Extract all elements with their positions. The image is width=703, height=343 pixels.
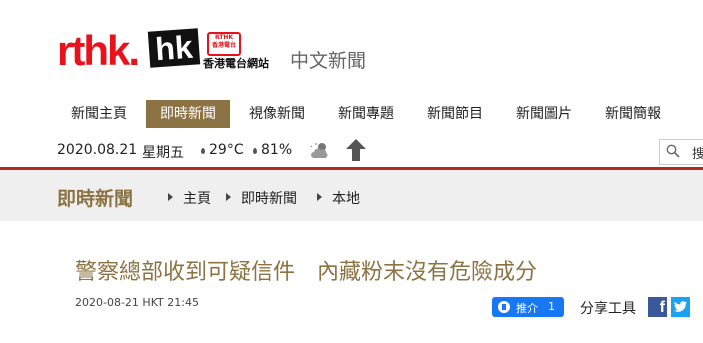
nav-item-news-features[interactable]: 新聞專題 (324, 100, 408, 128)
weekday-text: 星期五 (142, 145, 184, 161)
search-icon[interactable] (666, 144, 680, 158)
site-section-title[interactable]: 中文新聞 (290, 46, 366, 73)
logo-subtitle: 香港電台網站 (203, 57, 269, 70)
rthk-badge: RTHK 香港電台 (207, 32, 241, 56)
section-banner: 即時新聞 主頁 即時新聞 本地 (0, 170, 703, 221)
hk-logo-mark[interactable]: hk (147, 28, 201, 68)
date-text: 2020.08.21 (57, 142, 138, 158)
nav-item-video-news[interactable]: 視像新聞 (235, 100, 319, 128)
share-tools-label: 分享工具 (580, 301, 636, 317)
article-headline: 警察總部收到可疑信件 內藏粉末沒有危險成分 (75, 260, 538, 285)
like-count: 1 (548, 300, 555, 313)
thumbs-up-icon (498, 301, 510, 313)
breadcrumb-local[interactable]: 本地 (332, 188, 360, 208)
breadcrumb-home[interactable]: 主頁 (183, 188, 211, 208)
nav-item-instant-news[interactable]: 即時新聞 (146, 100, 230, 128)
badge-top-text: RTHK (214, 34, 234, 41)
info-bar: 2020.08.21 星期五 29°C 81% 搜 (57, 136, 703, 166)
article-timestamp: 2020-08-21 HKT 21:45 (75, 296, 199, 309)
search-input[interactable]: 搜 (692, 143, 703, 162)
nav-item-news-home[interactable]: 新聞主頁 (57, 100, 141, 128)
like-label: 推介 (516, 302, 538, 315)
humidity-text: 81% (261, 142, 293, 158)
rthk-logo[interactable]: rthk. (57, 30, 140, 72)
nav-item-news-programmes[interactable]: 新聞節目 (413, 100, 497, 128)
breadcrumb-separator-icon (226, 193, 231, 201)
section-title: 即時新聞 (57, 188, 134, 210)
site-header: rthk. hk RTHK 香港電台 香港電台網站 中文新聞 (0, 0, 703, 96)
facebook-like-button[interactable]: 推介 1 (492, 297, 564, 317)
facebook-share-icon[interactable]: f (648, 297, 667, 317)
temperature-icon (201, 148, 205, 154)
main-nav: 新聞主頁 即時新聞 視像新聞 新聞專題 新聞節目 新聞圖片 新聞簡報 (57, 100, 680, 128)
nav-item-news-photos[interactable]: 新聞圖片 (502, 100, 586, 128)
breadcrumb-separator-icon (168, 193, 173, 201)
cloudy-moon-icon[interactable] (308, 141, 330, 161)
badge-bottom-text: 香港電台 (211, 42, 236, 49)
breadcrumb-separator-icon (317, 193, 322, 201)
nav-item-news-briefs[interactable]: 新聞簡報 (591, 100, 675, 128)
upward-arrow-icon[interactable] (345, 138, 367, 162)
search-box[interactable]: 搜 (659, 139, 703, 165)
temperature-text: 29°C (209, 142, 244, 158)
twitter-share-icon[interactable] (671, 297, 690, 317)
breadcrumb-instant-news[interactable]: 即時新聞 (241, 188, 297, 208)
humidity-icon (253, 148, 257, 154)
